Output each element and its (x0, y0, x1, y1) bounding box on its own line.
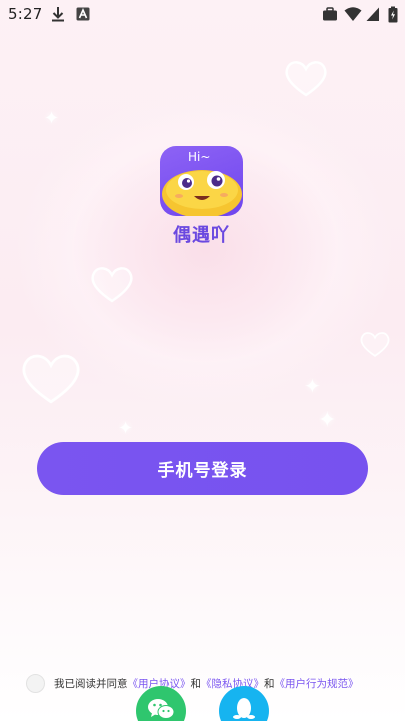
a-badge-icon (76, 6, 90, 26)
decorative-heart-icon (358, 330, 392, 362)
signal-icon (366, 6, 380, 26)
download-icon (51, 6, 65, 26)
sparkle-icon: ✦ (304, 374, 321, 398)
wechat-icon (147, 697, 175, 721)
app-logo: Hi~ (160, 146, 243, 216)
decorative-heart-icon (88, 264, 136, 308)
agreement-and-1: 和 (190, 677, 202, 690)
sparkle-icon: ✦ (118, 418, 134, 439)
login-screen: 5:27 ✦ ✦ ✦ ✦ Hi~ 偶遇吖 手机号登录 我已阅读并同意 《用户协议… (0, 0, 405, 721)
status-time: 5:27 (8, 5, 43, 23)
sparkle-icon: ✦ (44, 108, 60, 129)
briefcase-icon (322, 6, 338, 26)
decorative-heart-icon (282, 58, 330, 102)
status-bar: 5:27 (0, 0, 405, 28)
smiley-mascot-icon (162, 170, 242, 216)
agreement-prefix: 我已阅读并同意 (54, 677, 128, 690)
sparkle-icon: ✦ (318, 408, 337, 433)
battery-icon (388, 6, 398, 27)
agreement-and-2: 和 (264, 677, 275, 690)
agreement-row: 我已阅读并同意 《用户协议》 和 《隐私协议》 和 《用户行为规范》 (26, 673, 396, 693)
decorative-heart-icon (14, 350, 88, 410)
agreement-checkbox[interactable] (26, 673, 45, 693)
wifi-icon (344, 6, 362, 26)
app-name: 偶遇吖 (173, 225, 230, 246)
qq-penguin-icon (233, 696, 255, 721)
conduct-rules-link[interactable]: 《用户行为规范》 (275, 676, 359, 691)
phone-login-button[interactable]: 手机号登录 (37, 442, 368, 495)
